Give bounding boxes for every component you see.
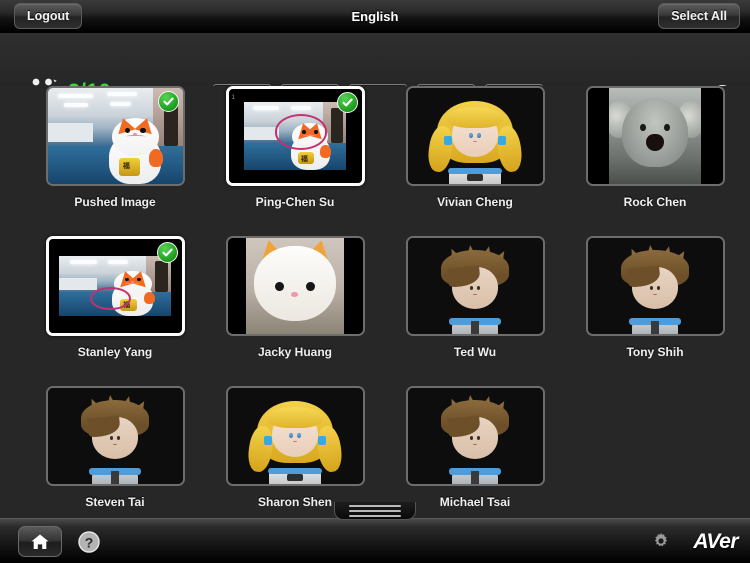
student-tile[interactable]: Sharon Shen: [205, 386, 385, 518]
student-thumbnail[interactable]: [405, 386, 545, 486]
plush-cat-photo: [227, 238, 363, 334]
panel-drag-handle[interactable]: [334, 502, 416, 520]
bottom-toolbar: ? AVer: [0, 518, 750, 563]
grid-row: Steven Tai Sharon Shen Michael Tsai: [0, 386, 750, 518]
sub-toolbar: ONLINE 2/10: [0, 33, 750, 107]
student-thumbnail[interactable]: [225, 386, 365, 486]
student-thumbnail[interactable]: [585, 236, 725, 336]
student-thumbnail[interactable]: [405, 86, 545, 186]
grid-row: 福 Stanley Yang Jacky Huang Ted Wu Tony S…: [0, 236, 750, 386]
thumbnail-image: [47, 388, 183, 484]
girl-avatar: [227, 388, 363, 484]
thumbnail-image: [587, 88, 723, 184]
thumbnail-image: [227, 238, 363, 334]
student-thumbnail[interactable]: 福: [45, 236, 185, 336]
girl-avatar: [407, 88, 543, 184]
top-header-bar: English Logout Select All: [0, 0, 750, 33]
check-icon: [161, 248, 173, 257]
student-tile[interactable]: 福 Stanley Yang: [25, 236, 205, 386]
student-grid: 福 Pushed Image 1 福 Ping-Chen Su Vivian C…: [0, 86, 750, 518]
student-tile[interactable]: 福 Pushed Image: [25, 86, 205, 236]
student-tile[interactable]: Jacky Huang: [205, 236, 385, 386]
student-name: Rock Chen: [623, 195, 687, 209]
student-thumbnail[interactable]: 1 福: [225, 86, 365, 186]
student-thumbnail[interactable]: [405, 236, 545, 336]
selected-check-badge: [336, 92, 358, 113]
selected-check-badge: [157, 91, 179, 112]
thumbnail-image: [407, 238, 543, 334]
check-icon: [162, 97, 174, 106]
help-icon: ?: [78, 531, 100, 553]
brand-logo: AVer: [693, 530, 738, 553]
student-name: Tony Shih: [626, 345, 684, 359]
thumbnail-image: [407, 388, 543, 484]
student-tile[interactable]: Ted Wu: [385, 236, 565, 386]
thumbnail-tiny-label: 1: [231, 95, 235, 101]
home-button[interactable]: [18, 526, 62, 557]
gear-icon: [654, 533, 668, 547]
home-icon: [31, 534, 49, 549]
svg-text:?: ?: [85, 534, 94, 550]
student-name: Ted Wu: [453, 345, 497, 359]
student-thumbnail[interactable]: [45, 386, 185, 486]
student-thumbnail[interactable]: [225, 236, 365, 336]
student-name: Vivian Cheng: [437, 195, 513, 209]
koala-photo: [587, 88, 723, 184]
student-name: Pushed Image: [74, 195, 156, 209]
boy-avatar: [587, 238, 723, 334]
ink-annotation-ellipse: [90, 287, 131, 311]
thumbnail-image: [227, 388, 363, 484]
logout-button[interactable]: Logout: [14, 3, 83, 29]
grid-row: 福 Pushed Image 1 福 Ping-Chen Su Vivian C…: [0, 86, 750, 236]
ink-annotation-ellipse: [274, 114, 328, 150]
student-name: Steven Tai: [85, 495, 145, 509]
student-name: Ping-Chen Su: [255, 195, 335, 209]
student-tile[interactable]: Steven Tai: [25, 386, 205, 518]
help-button[interactable]: ?: [78, 531, 100, 553]
student-thumbnail[interactable]: [585, 86, 725, 186]
drag-line: [349, 504, 401, 507]
student-tile[interactable]: 1 福 Ping-Chen Su: [205, 86, 385, 236]
drag-line: [349, 509, 401, 512]
boy-avatar: [407, 388, 543, 484]
select-all-button[interactable]: Select All: [658, 3, 740, 29]
student-tile[interactable]: Vivian Cheng: [385, 86, 565, 236]
settings-button[interactable]: [652, 533, 670, 551]
boy-avatar: [407, 238, 543, 334]
thumbnail-image: [407, 88, 543, 184]
student-name: Stanley Yang: [77, 345, 153, 359]
thumbnail-image: [587, 238, 723, 334]
app-root: English Logout Select All ONLINE: [0, 0, 750, 563]
student-thumbnail[interactable]: 福: [45, 86, 185, 186]
check-icon: [341, 98, 353, 107]
drag-line: [349, 514, 401, 517]
student-name: Jacky Huang: [257, 345, 333, 359]
student-tile[interactable]: Rock Chen: [565, 86, 745, 236]
student-tile[interactable]: Tony Shih: [565, 236, 745, 386]
student-tile[interactable]: Michael Tsai: [385, 386, 565, 518]
selected-check-badge: [156, 242, 178, 263]
boy-avatar: [47, 388, 183, 484]
page-title: English: [351, 9, 399, 24]
